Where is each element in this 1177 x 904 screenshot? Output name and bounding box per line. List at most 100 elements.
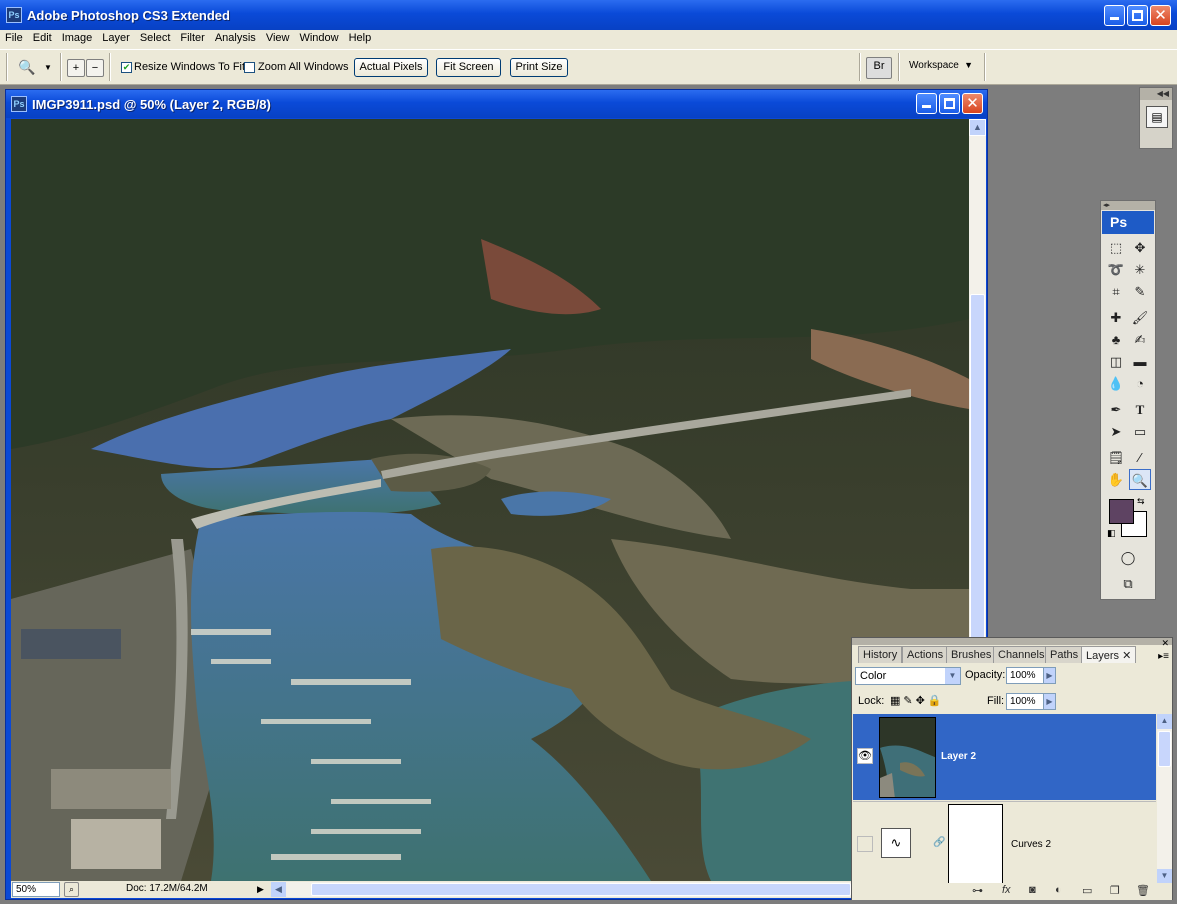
notes-tool-icon[interactable]: 🗒 bbox=[1105, 447, 1127, 468]
dock-collapse-icon[interactable]: ◀◀ bbox=[1140, 88, 1172, 100]
menu-layer[interactable]: Layer bbox=[97, 30, 135, 44]
tools-ps-badge[interactable]: Ps bbox=[1102, 211, 1154, 234]
path-selection-tool-icon[interactable]: ➤ bbox=[1105, 421, 1127, 442]
doc-close-button[interactable]: ✕ bbox=[962, 93, 983, 114]
move-tool-icon[interactable]: ✥ bbox=[1129, 237, 1151, 258]
hand-tool-icon[interactable]: ✋ bbox=[1105, 469, 1127, 490]
new-layer-icon[interactable]: ❐ bbox=[1110, 884, 1120, 897]
shape-tool-icon[interactable]: ▭ bbox=[1129, 421, 1151, 442]
link-layers-icon[interactable]: ⊶ bbox=[972, 884, 983, 897]
brush-tool-icon[interactable]: 🖌 bbox=[1129, 307, 1151, 328]
swap-colors-icon[interactable]: ⇆ bbox=[1137, 496, 1145, 507]
magic-wand-tool-icon[interactable]: ✳ bbox=[1129, 259, 1151, 280]
scroll-up-icon[interactable]: ▲ bbox=[1157, 714, 1172, 729]
tool-preset-dropdown-icon[interactable]: ▼ bbox=[44, 63, 52, 72]
lock-all-icon[interactable]: 🔒 bbox=[928, 695, 945, 707]
bridge-icon[interactable]: Br bbox=[866, 57, 892, 79]
navigator-panel-icon[interactable]: ▤ bbox=[1146, 106, 1168, 128]
layer-row-layer-2[interactable]: 👁 Layer 2 bbox=[853, 714, 1156, 800]
lock-transparency-icon[interactable]: ▦ bbox=[890, 695, 903, 707]
tab-close-icon[interactable]: ✕ bbox=[1122, 650, 1131, 662]
doc-minimize-button[interactable] bbox=[916, 93, 937, 114]
panel-menu-icon[interactable]: ▸≡ bbox=[1158, 651, 1169, 662]
visibility-toggle-empty[interactable] bbox=[857, 836, 873, 852]
fill-field[interactable]: 100% bbox=[1006, 693, 1044, 710]
lasso-tool-icon[interactable]: ➰ bbox=[1105, 259, 1127, 280]
foreground-color-swatch[interactable] bbox=[1109, 499, 1134, 524]
horizontal-scroll-thumb[interactable] bbox=[311, 883, 851, 896]
resize-windows-checkbox[interactable]: ✔ bbox=[121, 62, 132, 73]
minimize-button[interactable] bbox=[1104, 5, 1125, 26]
document-titlebar[interactable]: Ps IMGP3911.psd @ 50% (Layer 2, RGB/8) ✕ bbox=[6, 90, 987, 118]
menu-view[interactable]: View bbox=[261, 30, 295, 44]
lock-pixels-icon[interactable]: ✎ bbox=[903, 695, 915, 707]
blend-mode-select[interactable]: Color ▼ bbox=[855, 667, 961, 685]
fit-screen-button[interactable]: Fit Screen bbox=[436, 58, 501, 77]
screen-mode-icon[interactable]: ⧉ bbox=[1117, 573, 1139, 594]
menu-image[interactable]: Image bbox=[57, 30, 98, 44]
eraser-tool-icon[interactable]: ◫ bbox=[1105, 351, 1127, 372]
new-group-icon[interactable]: ▭ bbox=[1082, 884, 1092, 897]
quick-mask-icon[interactable]: ◯ bbox=[1117, 547, 1139, 568]
zoom-out-icon[interactable]: − bbox=[86, 59, 104, 77]
zoom-level-field[interactable]: 50% bbox=[12, 882, 60, 897]
menu-window[interactable]: Window bbox=[294, 30, 343, 44]
clone-stamp-tool-icon[interactable]: ♣ bbox=[1105, 329, 1127, 350]
menu-help[interactable]: Help bbox=[344, 30, 377, 44]
healing-brush-tool-icon[interactable]: ✚ bbox=[1105, 307, 1127, 328]
status-menu-arrow-icon[interactable]: ▶ bbox=[257, 884, 264, 895]
zoom-status-icon[interactable]: ⌕ bbox=[64, 882, 79, 897]
maximize-button[interactable] bbox=[1127, 5, 1148, 26]
type-tool-icon[interactable]: T bbox=[1129, 399, 1151, 420]
blur-tool-icon[interactable]: 💧 bbox=[1105, 373, 1127, 394]
dodge-tool-icon[interactable]: ◔ bbox=[1129, 373, 1151, 394]
layers-scrollbar[interactable]: ▲ ▼ bbox=[1157, 714, 1172, 884]
scroll-up-icon[interactable]: ▲ bbox=[969, 119, 986, 136]
doc-maximize-button[interactable] bbox=[939, 93, 960, 114]
pen-tool-icon[interactable]: ✒ bbox=[1105, 399, 1127, 420]
menu-filter[interactable]: Filter bbox=[175, 30, 209, 44]
tab-layers[interactable]: Layers ✕ bbox=[1081, 646, 1137, 663]
close-button[interactable]: ✕ bbox=[1150, 5, 1171, 26]
visibility-eye-icon[interactable]: 👁 bbox=[857, 748, 873, 764]
menu-select[interactable]: Select bbox=[135, 30, 176, 44]
layer-style-icon[interactable]: fx bbox=[1002, 884, 1011, 896]
menu-edit[interactable]: Edit bbox=[28, 30, 57, 44]
panel-close-icon[interactable]: ✕ bbox=[1161, 638, 1169, 649]
layers-scroll-thumb[interactable] bbox=[1158, 731, 1171, 767]
print-size-button[interactable]: Print Size bbox=[510, 58, 568, 77]
scroll-down-icon[interactable]: ▼ bbox=[1157, 869, 1172, 884]
slice-tool-icon[interactable]: ✎ bbox=[1129, 281, 1151, 302]
add-mask-icon[interactable]: ◙ bbox=[1029, 884, 1036, 896]
history-brush-tool-icon[interactable]: ✍ bbox=[1129, 329, 1151, 350]
menu-analysis[interactable]: Analysis bbox=[210, 30, 261, 44]
crop-tool-icon[interactable]: ⌗ bbox=[1105, 281, 1127, 302]
zoom-tool-icon[interactable]: 🔍 bbox=[1129, 469, 1151, 490]
layer-name[interactable]: Curves 2 bbox=[1011, 839, 1051, 850]
panel-grip[interactable] bbox=[852, 638, 1172, 645]
document-horizontal-scrollbar[interactable]: ◀ bbox=[271, 882, 856, 897]
tab-channels[interactable]: Channels bbox=[993, 646, 1050, 663]
zoom-in-icon[interactable]: + bbox=[67, 59, 85, 77]
eyedropper-tool-icon[interactable]: ⁄ bbox=[1129, 447, 1151, 468]
zoom-tool-preset-icon[interactable]: 🔍 bbox=[18, 59, 36, 77]
new-adjustment-layer-icon[interactable]: ◐ bbox=[1055, 884, 1062, 896]
scroll-left-icon[interactable]: ◀ bbox=[271, 882, 286, 897]
actual-pixels-button[interactable]: Actual Pixels bbox=[354, 58, 428, 77]
menu-file[interactable]: File bbox=[0, 30, 28, 44]
tab-actions[interactable]: Actions bbox=[902, 646, 949, 663]
tab-history[interactable]: History bbox=[858, 646, 903, 663]
zoom-all-windows-checkbox[interactable] bbox=[244, 62, 255, 73]
delete-layer-icon[interactable]: 🗑 bbox=[1136, 884, 1150, 897]
image-canvas[interactable] bbox=[11, 119, 969, 881]
layer-row-curves-2[interactable]: ∿ 🔗 Curves 2 bbox=[853, 801, 1156, 887]
workspace-menu[interactable]: Workspace ▼ bbox=[909, 60, 973, 71]
tools-grip-icon[interactable]: ◂▸ bbox=[1101, 201, 1155, 210]
opacity-slider-arrow-icon[interactable]: ▶ bbox=[1043, 667, 1056, 684]
tab-brushes[interactable]: Brushes bbox=[946, 646, 997, 663]
fill-slider-arrow-icon[interactable]: ▶ bbox=[1043, 693, 1056, 710]
opacity-field[interactable]: 100% bbox=[1006, 667, 1044, 684]
mask-link-icon[interactable]: 🔗 bbox=[933, 837, 945, 848]
tab-paths[interactable]: Paths bbox=[1045, 646, 1084, 663]
lock-position-icon[interactable]: ✥ bbox=[916, 695, 928, 707]
